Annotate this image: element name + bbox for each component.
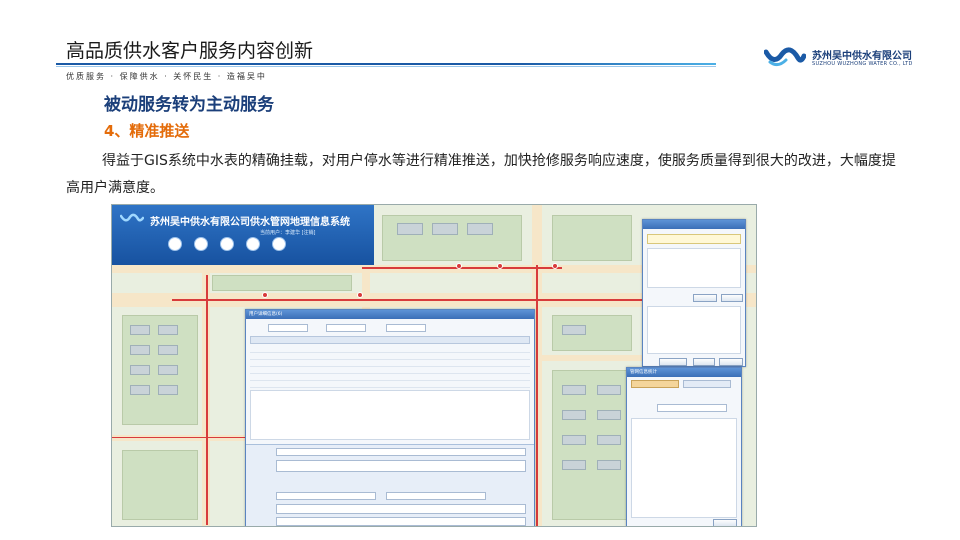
map-building [130,385,150,395]
sub-heading: 4、精准推送 [104,122,190,140]
table-row[interactable] [250,367,530,374]
valve-marker[interactable] [262,292,268,298]
tool-icon[interactable] [272,237,286,251]
stats-panel: 管网信息统计 [626,367,742,526]
table-row[interactable] [250,353,530,360]
table-row[interactable] [250,381,530,388]
stats-button[interactable] [713,519,737,526]
gis-user-line: 当前用户：李建华 [注销] [260,230,316,236]
stats-panel-title: 管网信息统计 [627,368,741,377]
map-block [122,450,198,520]
user-detail-dialog: 用户详细信息(6) [245,309,535,526]
map-building [432,223,458,235]
map-building [597,460,621,470]
company-name-cn: 苏州吴中供水有限公司 [812,51,912,62]
analysis-button[interactable] [693,294,717,302]
water-pipe [362,267,562,269]
tool-icon[interactable] [194,237,208,251]
water-pipe [112,437,252,438]
analysis-list [647,248,741,288]
notice-reason-field[interactable] [276,460,526,472]
map-building [158,385,178,395]
analysis-button[interactable] [659,358,687,366]
analysis-panel-title [643,220,745,229]
analysis-button[interactable] [693,358,715,366]
map-building [562,385,586,395]
stats-table [631,418,737,518]
valve-marker[interactable] [456,263,462,269]
notice-start-field[interactable] [276,492,376,500]
map-building [467,223,493,235]
dialog-title: 用户详细信息(6) [246,310,534,319]
map-building [562,410,586,420]
table-row[interactable] [250,374,530,381]
map-building [130,325,150,335]
company-logo: 苏州吴中供水有限公司 SUZHOU WUZHONG WATER CO., LTD [764,44,944,74]
map-road [112,435,252,441]
map-building [562,435,586,445]
map-building [562,460,586,470]
valve-marker[interactable] [552,263,558,269]
map-building [397,223,423,235]
water-pipe [206,275,208,525]
map-building [158,345,178,355]
valve-marker[interactable] [497,263,503,269]
tool-icon[interactable] [168,237,182,251]
valve-marker[interactable] [357,292,363,298]
notice-form [246,444,534,526]
slide-title: 高品质供水客户服务内容创新 [66,40,314,62]
table-row[interactable] [250,360,530,367]
stats-range-select[interactable] [657,404,727,412]
table-row[interactable] [250,346,530,353]
filter-select[interactable] [268,324,308,332]
notice-end-field[interactable] [386,492,486,500]
gis-logo-icon [120,213,144,222]
body-paragraph: 得益于GIS系统中水表的精确挂载，对用户停水等进行精准推送，加快抢修服务响应速度… [66,153,896,196]
gis-system-title: 苏州吴中供水有限公司供水管网地理信息系统 [150,217,350,228]
map-road [542,355,642,361]
gis-screenshot: 苏州吴中供水有限公司供水管网地理信息系统 当前用户：李建华 [注销] 用户详细信… [111,204,757,527]
notice-range-field[interactable] [276,504,526,514]
map-block [552,215,632,261]
stats-tab[interactable] [683,380,731,388]
water-pipe [172,299,652,301]
company-logo-icon [764,47,806,67]
gis-header-banner: 苏州吴中供水有限公司供水管网地理信息系统 当前用户：李建华 [注销] [112,205,374,265]
header-divider [56,63,716,65]
analysis-result [647,306,741,354]
tool-icon[interactable] [246,237,260,251]
table-header [250,336,530,344]
analysis-panel [642,219,746,367]
tool-icon[interactable] [220,237,234,251]
notice-content-field[interactable] [276,517,526,526]
company-name-en: SUZHOU WUZHONG WATER CO., LTD [812,61,913,67]
water-pipe [536,265,538,526]
map-building [130,345,150,355]
map-building [130,365,150,375]
address-input[interactable] [386,324,426,332]
stats-tab[interactable] [631,380,679,388]
table-empty-area [250,390,530,440]
map-building [597,385,621,395]
analysis-button[interactable] [719,358,743,366]
map-block [382,215,522,261]
notice-type-field[interactable] [276,448,526,456]
map-block [212,275,352,291]
header-divider-thin [56,66,716,67]
map-building [562,325,586,335]
map-building [158,365,178,375]
analysis-action-bar[interactable] [647,234,741,244]
account-input[interactable] [326,324,366,332]
slogan: 优质服务 · 保障供水 · 关怀民生 · 造福吴中 [66,72,267,81]
map-building [597,435,621,445]
map-building [597,410,621,420]
map-building [158,325,178,335]
section-heading: 被动服务转为主动服务 [104,95,274,115]
analysis-button[interactable] [721,294,743,302]
